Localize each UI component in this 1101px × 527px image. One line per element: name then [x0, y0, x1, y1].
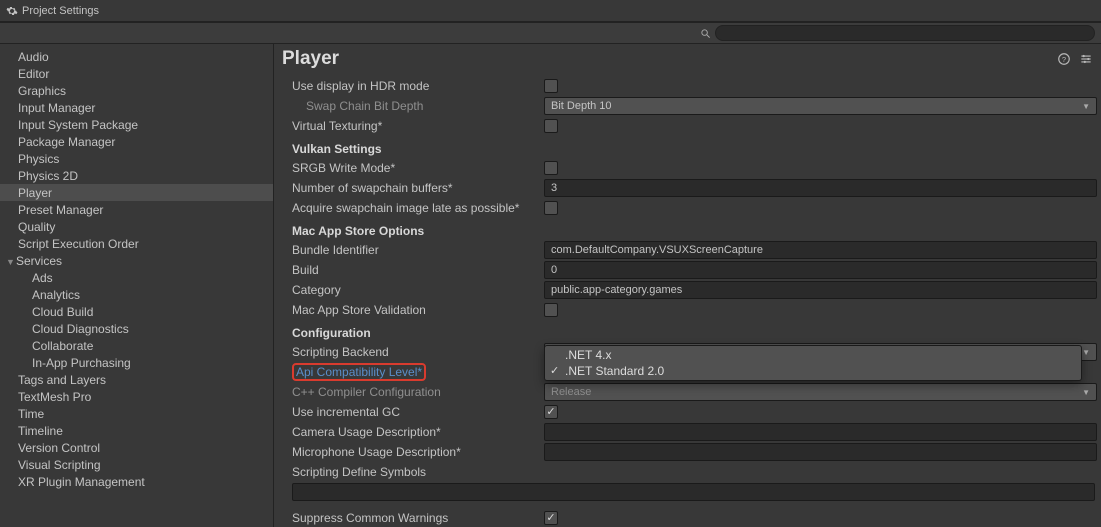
use-hdr-label: Use display in HDR mode [292, 79, 544, 93]
bundle-id-input[interactable] [544, 241, 1097, 259]
config-header: Configuration [292, 320, 1097, 342]
sidebar-item-cloud-build[interactable]: Cloud Build [0, 303, 273, 320]
window-title: Project Settings [22, 5, 99, 17]
cpp-config-select: Release▼ [544, 383, 1097, 401]
sidebar-item-physics[interactable]: Physics [0, 150, 273, 167]
swap-chain-select[interactable]: Bit Depth 10▼ [544, 97, 1097, 115]
defines-label: Scripting Define Symbols [292, 465, 544, 479]
category-input[interactable] [544, 281, 1097, 299]
sidebar-item-collaborate[interactable]: Collaborate [0, 337, 273, 354]
sidebar-item-package-manager[interactable]: Package Manager [0, 133, 273, 150]
sidebar-item-player[interactable]: Player [0, 184, 273, 201]
validation-checkbox[interactable] [544, 303, 558, 317]
sidebar-item-graphics[interactable]: Graphics [0, 82, 273, 99]
incremental-gc-label: Use incremental GC [292, 405, 544, 419]
sidebar-item-script-execution-order[interactable]: Script Execution Order [0, 235, 273, 252]
sidebar-item-xr-plugin-management[interactable]: XR Plugin Management [0, 473, 273, 490]
searchbar [0, 22, 1101, 44]
sidebar-item-time[interactable]: Time [0, 405, 273, 422]
scripting-backend-label: Scripting Backend [292, 345, 544, 359]
cpp-config-label: C++ Compiler Configuration [292, 385, 544, 399]
chevron-down-icon: ▼ [1082, 388, 1090, 397]
swap-chain-label: Swap Chain Bit Depth [292, 99, 544, 113]
camera-desc-input[interactable] [544, 423, 1097, 441]
sidebar-item-input-manager[interactable]: Input Manager [0, 99, 273, 116]
titlebar: Project Settings [0, 0, 1101, 22]
virtual-texturing-checkbox[interactable] [544, 119, 558, 133]
build-input[interactable] [544, 261, 1097, 279]
virtual-texturing-label: Virtual Texturing* [292, 119, 544, 133]
sidebar-item-input-system-package[interactable]: Input System Package [0, 116, 273, 133]
mic-desc-input[interactable] [544, 443, 1097, 461]
sidebar-item-cloud-diagnostics[interactable]: Cloud Diagnostics [0, 320, 273, 337]
suppress-warnings-checkbox[interactable] [544, 511, 558, 525]
mic-desc-label: Microphone Usage Description* [292, 445, 544, 459]
swapchain-buffers-input[interactable] [544, 179, 1097, 197]
sidebar-item-physics-2d[interactable]: Physics 2D [0, 167, 273, 184]
use-hdr-checkbox[interactable] [544, 79, 558, 93]
page-title: Player [282, 48, 339, 70]
sidebar-item-preset-manager[interactable]: Preset Manager [0, 201, 273, 218]
settings-sidebar: AudioEditorGraphicsInput ManagerInput Sy… [0, 44, 274, 527]
gear-icon [6, 5, 18, 17]
camera-desc-label: Camera Usage Description* [292, 425, 544, 439]
sidebar-item-tags-and-layers[interactable]: Tags and Layers [0, 371, 273, 388]
srgb-checkbox[interactable] [544, 161, 558, 175]
category-label: Category [292, 283, 544, 297]
sidebar-item-version-control[interactable]: Version Control [0, 439, 273, 456]
search-input[interactable] [715, 25, 1095, 41]
sidebar-item-visual-scripting[interactable]: Visual Scripting [0, 456, 273, 473]
sidebar-item-in-app-purchasing[interactable]: In-App Purchasing [0, 354, 273, 371]
sidebar-item-quality[interactable]: Quality [0, 218, 273, 235]
srgb-label: SRGB Write Mode* [292, 161, 544, 175]
search-icon [700, 28, 711, 39]
api-compat-dropdown: .NET 4.x.NET Standard 2.0 [544, 345, 1082, 381]
mac-header: Mac App Store Options [292, 218, 1097, 240]
sidebar-item-editor[interactable]: Editor [0, 65, 273, 82]
preset-icon[interactable] [1079, 52, 1093, 66]
build-label: Build [292, 263, 544, 277]
expand-icon[interactable]: ▼ [6, 257, 16, 267]
chevron-down-icon: ▼ [1082, 102, 1090, 111]
bundle-id-label: Bundle Identifier [292, 243, 544, 257]
swapchain-buffers-label: Number of swapchain buffers* [292, 181, 544, 195]
api-option--net-standard-2-0[interactable]: .NET Standard 2.0 [545, 363, 1081, 379]
chevron-down-icon: ▼ [1082, 348, 1090, 357]
vulkan-header: Vulkan Settings [292, 136, 1097, 158]
acquire-late-checkbox[interactable] [544, 201, 558, 215]
sidebar-item-analytics[interactable]: Analytics [0, 286, 273, 303]
sidebar-item-ads[interactable]: Ads [0, 269, 273, 286]
sidebar-item-timeline[interactable]: Timeline [0, 422, 273, 439]
api-option--net-4-x[interactable]: .NET 4.x [545, 347, 1081, 363]
sidebar-item-textmesh-pro[interactable]: TextMesh Pro [0, 388, 273, 405]
validation-label: Mac App Store Validation [292, 303, 544, 317]
acquire-late-label: Acquire swapchain image late as possible… [292, 201, 544, 215]
sidebar-item-services[interactable]: ▼Services [0, 252, 273, 269]
suppress-warnings-label: Suppress Common Warnings [292, 511, 544, 525]
svg-text:?: ? [1062, 55, 1066, 64]
help-icon[interactable]: ? [1057, 52, 1071, 66]
sidebar-item-audio[interactable]: Audio [0, 48, 273, 65]
defines-input[interactable] [292, 483, 1095, 501]
incremental-gc-checkbox[interactable] [544, 405, 558, 419]
api-compat-label: Api Compatibility Level* [292, 363, 544, 381]
